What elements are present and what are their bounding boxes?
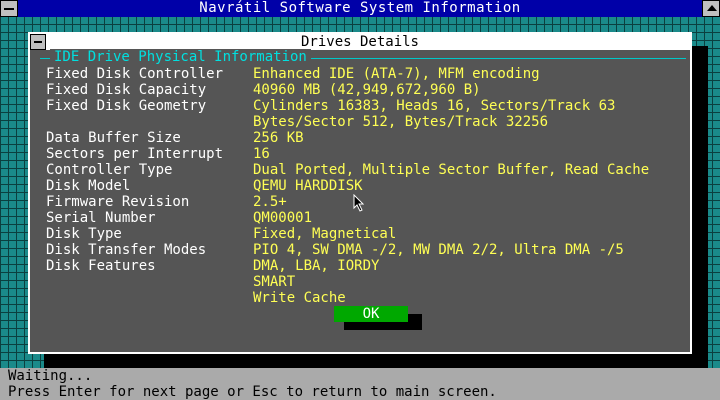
info-value: Bytes/Sector 512, Bytes/Track 32256: [253, 114, 549, 130]
info-label: Controller Type: [46, 162, 173, 178]
maximize-button[interactable]: [702, 0, 720, 17]
ok-button[interactable]: OK: [334, 306, 408, 322]
dialog-system-menu-button[interactable]: [30, 34, 46, 50]
info-label: Disk Type: [46, 226, 122, 242]
info-value: DMA, LBA, IORDY: [253, 258, 380, 274]
info-label: Fixed Disk Controller: [46, 66, 224, 82]
info-value: Cylinders 16383, Heads 16, Sectors/Track…: [253, 98, 616, 114]
info-value: 40960 MB (42,949,672,960 B): [253, 82, 481, 98]
info-label: Sectors per Interrupt: [46, 146, 224, 162]
info-value: Write Cache: [253, 290, 346, 306]
mouse-pointer-icon: [353, 194, 365, 212]
info-label: Fixed Disk Capacity: [46, 82, 207, 98]
group-title: IDE Drive Physical Information: [50, 49, 311, 66]
info-value: SMART: [253, 274, 296, 290]
system-menu-icon: [4, 8, 14, 10]
info-label: Firmware Revision: [46, 194, 190, 210]
dialog-title: Drives Details: [30, 34, 690, 50]
status-waiting-text: Waiting...: [8, 368, 93, 384]
info-value: 16: [253, 146, 270, 162]
maximize-icon: [707, 5, 717, 11]
info-label: Fixed Disk Geometry: [46, 98, 207, 114]
info-label: Disk Model: [46, 178, 131, 194]
info-label: Disk Features: [46, 258, 156, 274]
info-value: 256 KB: [253, 130, 304, 146]
window-title: Navrátil Software System Information: [199, 0, 521, 16]
info-label: Data Buffer Size: [46, 130, 181, 146]
window-titlebar: Navrátil Software System Information: [0, 0, 720, 17]
info-value: PIO 4, SW DMA -/2, MW DMA 2/2, Ultra DMA…: [253, 242, 624, 258]
info-value: Dual Ported, Multiple Sector Buffer, Rea…: [253, 162, 650, 178]
system-menu-button[interactable]: [0, 0, 18, 17]
info-value: 2.5+: [253, 194, 287, 210]
status-bar: Waiting... Press Enter for next page or …: [0, 368, 720, 400]
info-value: Fixed, Magnetical: [253, 226, 397, 242]
info-value: QM00001: [253, 210, 313, 226]
status-help-text: Press Enter for next page or Esc to retu…: [8, 384, 497, 400]
info-label: Disk Transfer Modes: [46, 242, 207, 258]
info-value: QEMU HARDDISK: [253, 178, 363, 194]
info-value: Enhanced IDE (ATA-7), MFM encoding: [253, 66, 540, 82]
dialog-menu-icon: [34, 41, 42, 43]
drives-details-dialog: Drives Details IDE Drive Physical Inform…: [28, 32, 692, 354]
info-label: Serial Number: [46, 210, 156, 226]
